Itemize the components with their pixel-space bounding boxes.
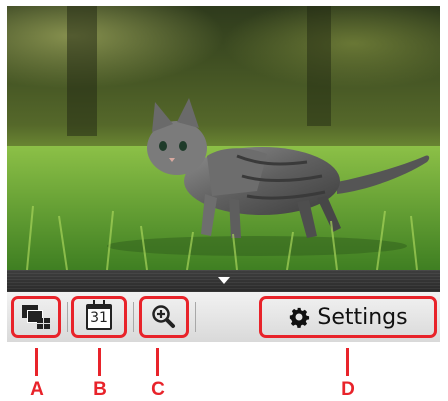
callout-label-b: B [93,379,107,400]
photo-preview[interactable] [7,6,440,270]
scroll-strip[interactable] [7,270,440,292]
callout-line-d [346,348,349,376]
callout-line-c [156,348,159,376]
kitten-photo [7,6,440,270]
calendar-icon: 31 [86,300,112,330]
multi-view-icon [22,305,50,329]
callout-label-d: D [341,379,355,400]
zoom-button[interactable] [139,296,189,338]
toolbar-divider [67,302,68,332]
toolbar-divider [195,302,196,332]
bottom-toolbar: 31 Settings [7,292,440,342]
settings-button[interactable]: Settings [259,296,437,338]
calendar-day: 31 [90,310,108,326]
callout-line-a [35,348,38,376]
toolbar-divider [133,302,134,332]
zoom-in-icon [152,305,175,328]
down-arrow-icon[interactable] [217,277,230,284]
date-search-button[interactable]: 31 [71,296,127,338]
gear-icon [290,307,310,328]
callout-label-a: A [30,379,44,400]
printer-display: 31 Settings [7,6,440,342]
callout-label-c: C [151,379,165,400]
callout-line-b [98,348,101,376]
settings-label: Settings [317,304,408,330]
layout-view-button[interactable] [11,296,61,338]
